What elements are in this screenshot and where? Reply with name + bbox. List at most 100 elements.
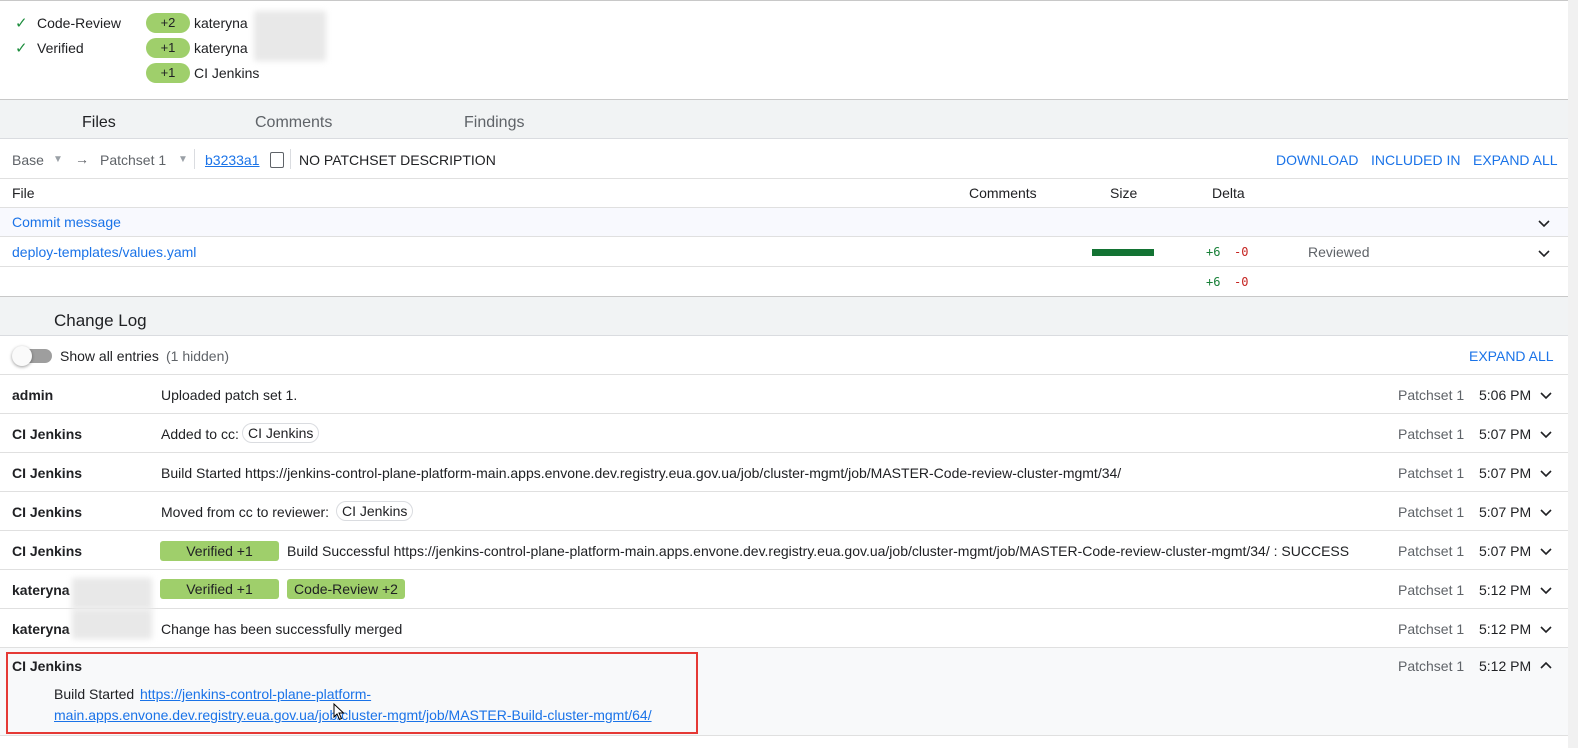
toggle-knob[interactable] — [12, 346, 32, 366]
total-added: +6 — [1206, 275, 1221, 289]
tab-comments[interactable]: Comments — [255, 114, 332, 132]
label-code-review: Code-Review — [37, 15, 122, 31]
reviewed-status[interactable]: Reviewed — [1308, 244, 1369, 260]
check-icon: ✓ — [15, 40, 28, 57]
entry-patchset: Patchset 1 — [1398, 658, 1465, 674]
divider — [290, 149, 291, 169]
divider — [194, 149, 195, 169]
lines-added: +6 — [1206, 245, 1221, 259]
files-total-row: +6 -0 — [0, 267, 1568, 296]
entry-time: 5:07 PM — [1479, 426, 1532, 442]
header-file: File — [12, 185, 35, 201]
file-row[interactable]: deploy-templates/values.yaml +6 -0 Revie… — [0, 237, 1568, 267]
account-chip[interactable]: CI Jenkins — [242, 423, 320, 443]
commit-link[interactable]: b3233a1 — [205, 152, 260, 168]
log-entry[interactable]: CI Jenkins Build Started https://jenkins… — [0, 453, 1568, 492]
vote-user[interactable]: kateryna — [194, 15, 248, 31]
build-link-line1[interactable]: https://jenkins-control-plane-platform- — [140, 686, 371, 702]
chevron-down-icon[interactable] — [1539, 505, 1553, 519]
mouse-cursor-icon — [333, 703, 345, 721]
tab-findings[interactable]: Findings — [464, 114, 524, 132]
vote-user[interactable]: kateryna — [194, 40, 248, 56]
redacted-name — [72, 578, 152, 609]
caret-down-icon: ▼ — [178, 154, 188, 165]
commit-message-row[interactable]: Commit message — [0, 208, 1568, 237]
chevron-up-icon[interactable] — [1539, 659, 1553, 673]
entry-author[interactable]: CI Jenkins — [12, 658, 82, 674]
entry-patchset: Patchset 1 — [1398, 387, 1465, 403]
log-entry[interactable]: CI Jenkins Moved from cc to reviewer: CI… — [0, 492, 1568, 531]
entry-author[interactable]: CI Jenkins — [12, 504, 82, 520]
chevron-down-icon[interactable] — [1537, 246, 1551, 260]
changelog-header: Change Log — [0, 296, 1568, 336]
download-button[interactable]: DOWNLOAD — [1276, 152, 1358, 168]
chevron-down-icon[interactable] — [1539, 583, 1553, 597]
entry-time: 5:12 PM — [1479, 658, 1532, 674]
entry-time: 5:12 PM — [1479, 621, 1532, 637]
log-entry[interactable]: CI Jenkins Verified +1 Build Successful … — [0, 531, 1568, 570]
chevron-down-icon[interactable] — [1539, 427, 1553, 441]
log-entry-expanded[interactable]: CI Jenkins Patchset 1 5:12 PM Build Star… — [0, 648, 1568, 736]
entry-message: Moved from cc to reviewer: — [161, 504, 330, 520]
show-all-label: Show all entries — [60, 348, 159, 364]
entry-author[interactable]: kateryna — [12, 621, 70, 637]
entry-patchset: Patchset 1 — [1398, 426, 1465, 442]
verified-badge: Verified +1 — [160, 579, 279, 599]
account-chip[interactable]: CI Jenkins — [336, 501, 414, 521]
scrollbar[interactable] — [1568, 0, 1578, 748]
patchset-select[interactable]: Patchset 1 — [100, 152, 166, 168]
chevron-down-icon[interactable] — [1539, 622, 1553, 636]
entry-message: Uploaded patch set 1. — [161, 387, 298, 403]
chevron-down-icon[interactable] — [1539, 388, 1553, 402]
log-entry[interactable]: admin Uploaded patch set 1. Patchset 1 5… — [0, 375, 1568, 414]
vote-badge: +1 — [146, 63, 190, 83]
vote-badge: +2 — [146, 13, 190, 33]
redacted-name — [72, 609, 152, 639]
expanded-prefix: Build Started — [54, 686, 135, 702]
log-entry[interactable]: CI Jenkins Added to cc: CI Jenkins Patch… — [0, 414, 1568, 453]
entry-message: Added to cc: — [161, 426, 239, 442]
entry-author[interactable]: CI Jenkins — [12, 426, 82, 442]
entry-patchset: Patchset 1 — [1398, 465, 1465, 481]
expand-all-log-button[interactable]: EXPAND ALL — [1469, 348, 1554, 364]
entry-time: 5:07 PM — [1479, 543, 1532, 559]
base-select[interactable]: Base — [12, 152, 44, 168]
vote-user[interactable]: CI Jenkins — [194, 65, 259, 81]
header-comments: Comments — [969, 185, 1037, 201]
entry-message: Build Started https://jenkins-control-pl… — [161, 465, 1122, 481]
log-entry[interactable]: kateryna Verified +1 Code-Review +2 Patc… — [0, 570, 1568, 609]
entry-patchset: Patchset 1 — [1398, 543, 1465, 559]
tab-files[interactable]: Files — [82, 114, 116, 132]
changelog-title: Change Log — [54, 311, 147, 330]
entry-author[interactable]: admin — [12, 387, 53, 403]
chevron-down-icon[interactable] — [1539, 466, 1553, 480]
entry-author[interactable]: CI Jenkins — [12, 543, 82, 559]
patchset-description: NO PATCHSET DESCRIPTION — [299, 152, 496, 168]
entry-patchset: Patchset 1 — [1398, 621, 1465, 637]
entry-patchset: Patchset 1 — [1398, 582, 1465, 598]
code-review-badge: Code-Review +2 — [287, 579, 405, 599]
verified-badge: Verified +1 — [160, 541, 279, 561]
build-link-line2[interactable]: main.apps.envone.dev.registry.eua.gov.ua… — [54, 707, 652, 723]
chevron-down-icon[interactable] — [1537, 216, 1551, 230]
show-all-row: Show all entries (1 hidden) EXPAND ALL — [0, 336, 1568, 375]
entry-message: Build Successful https://jenkins-control… — [287, 543, 1350, 559]
entry-time: 5:06 PM — [1479, 387, 1532, 403]
entry-author[interactable]: kateryna — [12, 582, 70, 598]
copy-icon[interactable] — [270, 152, 284, 168]
log-entry[interactable]: kateryna Change has been successfully me… — [0, 609, 1568, 648]
entry-author[interactable]: CI Jenkins — [12, 465, 82, 481]
files-toolbar: Base ▼ → Patchset 1 ▼ b3233a1 NO PATCHSE… — [0, 139, 1568, 179]
expand-all-files-button[interactable]: EXPAND ALL — [1473, 152, 1558, 168]
entry-time: 5:12 PM — [1479, 582, 1532, 598]
label-verified: Verified — [37, 40, 84, 56]
chevron-down-icon[interactable] — [1539, 544, 1553, 558]
labels-section: ✓ Code-Review ✓ Verified +2 kateryna +1 … — [0, 0, 1568, 100]
header-size: Size — [1110, 185, 1138, 201]
included-in-button[interactable]: INCLUDED IN — [1371, 152, 1460, 168]
commit-message-link[interactable]: Commit message — [12, 214, 121, 230]
file-path-link[interactable]: deploy-templates/values.yaml — [12, 244, 196, 260]
lines-removed: -0 — [1234, 245, 1249, 259]
size-bar — [1092, 249, 1154, 256]
caret-down-icon: ▼ — [53, 154, 63, 165]
